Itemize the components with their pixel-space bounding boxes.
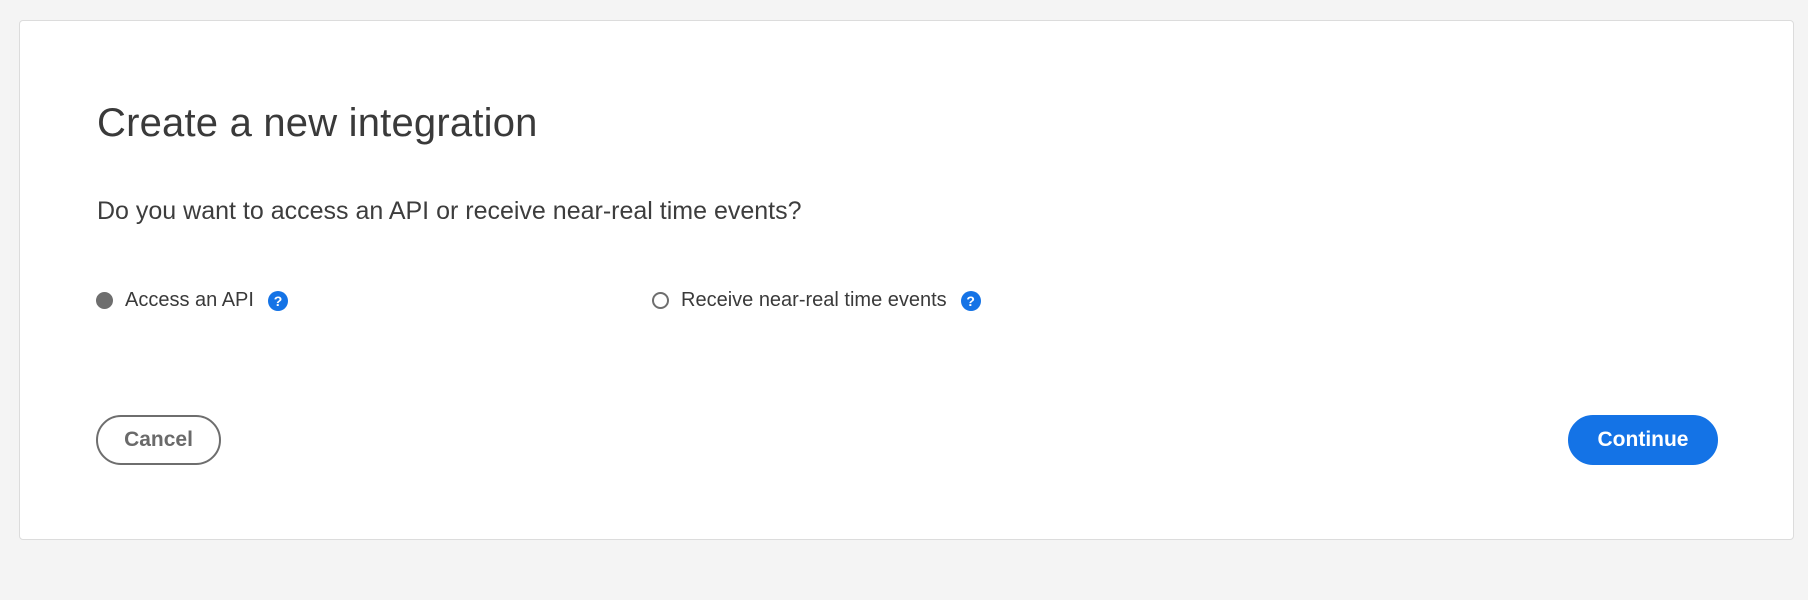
- option-receive-events-label: Receive near-real time events: [681, 289, 947, 311]
- continue-button[interactable]: Continue: [1568, 415, 1718, 465]
- integration-card: Create a new integration Do you want to …: [19, 20, 1794, 540]
- page-title: Create a new integration: [97, 101, 538, 145]
- option-access-api-label: Access an API: [125, 289, 254, 311]
- help-receive-events-icon[interactable]: ?: [960, 290, 981, 311]
- integration-type-question: Do you want to access an API or receive …: [97, 197, 802, 225]
- radio-receive-events[interactable]: [652, 292, 669, 309]
- option-access-api[interactable]: Access an API ?: [96, 289, 288, 312]
- cancel-button[interactable]: Cancel: [96, 415, 221, 465]
- option-receive-events[interactable]: Receive near-real time events ?: [652, 289, 981, 312]
- help-access-api-icon[interactable]: ?: [267, 290, 288, 311]
- radio-access-api[interactable]: [96, 292, 113, 309]
